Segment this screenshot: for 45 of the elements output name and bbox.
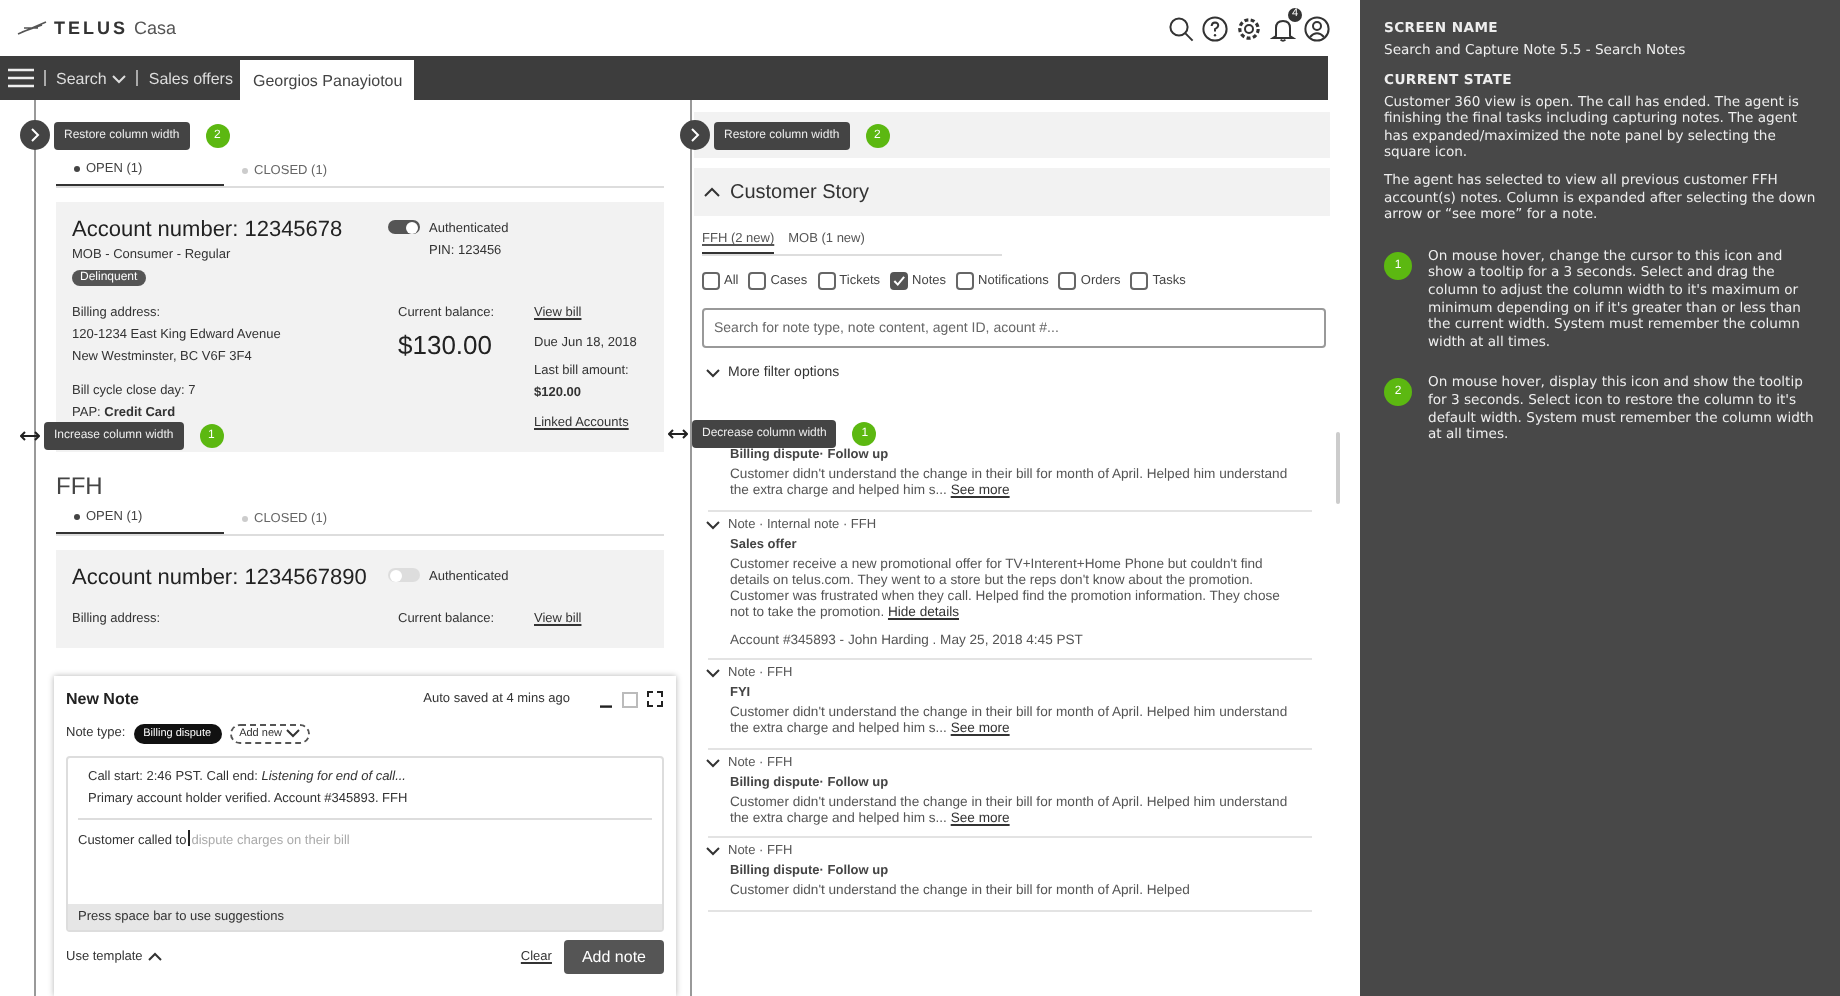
filter-checkbox[interactable] [1130,272,1149,290]
help-icon[interactable] [1202,15,1228,41]
chevron-down-icon[interactable] [706,846,720,857]
account-number: Account number: 12345678 [72,218,345,242]
filter-checkbox[interactable] [1058,272,1077,290]
resize-cursor-icon[interactable] [668,428,688,440]
chevron-down-icon [112,73,127,83]
filter-checkbox[interactable] [817,272,836,290]
chevron-right-icon [690,128,700,142]
filter-checkbox[interactable] [956,272,975,290]
logo-icon [16,20,48,36]
restore-column-button[interactable] [680,120,710,150]
authenticated-toggle[interactable] [387,568,420,582]
user-icon[interactable] [1304,15,1330,41]
search-icon[interactable] [1168,15,1194,41]
panel-title: New Note [66,690,141,708]
search-menu[interactable]: Search [56,69,127,87]
filter-checkbox[interactable] [702,272,720,290]
authenticated-toggle[interactable] [387,220,420,234]
expand-icon[interactable] [646,690,664,708]
chevron-right-icon [30,128,40,142]
chevron-down-icon[interactable] [706,668,720,679]
scrollbar[interactable] [1336,432,1340,504]
brand-name: TELUS [54,18,129,38]
filter-checkbox[interactable] [748,272,767,290]
chevron-down-icon [285,728,300,738]
settings-icon[interactable] [1236,15,1262,41]
chevron-down-icon [706,368,720,378]
sales-offers-tab[interactable]: Sales offers [148,69,233,87]
customer-story-header[interactable]: Customer Story [694,168,1330,216]
bell-icon[interactable] [1270,15,1296,41]
chevron-icon [704,186,720,198]
balance-amount: $130.00 [398,330,494,360]
account-number: Account number: 1234567890 [72,566,369,590]
menu-icon[interactable] [8,68,34,88]
chevron-up-icon [148,952,163,962]
product-name: Casa [134,18,177,38]
chevron-down-icon[interactable] [706,757,720,768]
section-title: FFH [56,472,105,500]
chevron-down-icon[interactable] [706,519,720,530]
restore-column-button[interactable] [20,120,50,150]
resize-cursor-icon[interactable] [20,430,40,442]
add-note-button[interactable]: Add note [563,940,664,974]
customer-tab[interactable]: Georgios Panayiotou [240,60,415,100]
filter-checkbox[interactable] [890,272,909,290]
